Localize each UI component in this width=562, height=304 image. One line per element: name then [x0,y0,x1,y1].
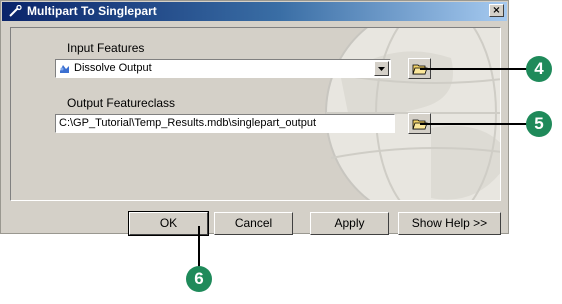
cancel-button[interactable]: Cancel [214,212,293,235]
tool-wrench-icon [9,5,22,17]
output-featureclass-label: Output Featureclass [67,96,176,110]
dropdown-arrow-button[interactable] [374,61,389,76]
callout-line-4 [420,68,528,70]
ok-button[interactable]: OK [128,211,209,236]
callout-badge-4: 4 [526,56,552,82]
window-title: Multipart To Singlepart [27,4,157,18]
callout-badge-5: 5 [526,111,552,137]
chevron-down-icon [378,67,385,71]
apply-button[interactable]: Apply [310,212,389,235]
title-bar[interactable]: Multipart To Singlepart × [2,2,507,21]
output-featureclass-input[interactable]: C:\GP_Tutorial\Temp_Results.mdb\singlepa… [55,114,395,133]
callout-line-6 [198,226,200,268]
feature-layer-icon [60,65,69,73]
callout-line-5 [420,123,528,125]
input-features-value: Dissolve Output [74,62,152,74]
close-button[interactable]: × [489,4,504,17]
input-features-dropdown[interactable]: Dissolve Output [55,59,391,78]
multipart-to-singlepart-dialog: Multipart To Singlepart × Input Features… [0,0,509,236]
input-features-label: Input Features [67,41,145,55]
show-help-button[interactable]: Show Help >> [398,212,501,235]
output-featureclass-value: C:\GP_Tutorial\Temp_Results.mdb\singlepa… [59,117,316,129]
callout-badge-6: 6 [186,266,212,292]
